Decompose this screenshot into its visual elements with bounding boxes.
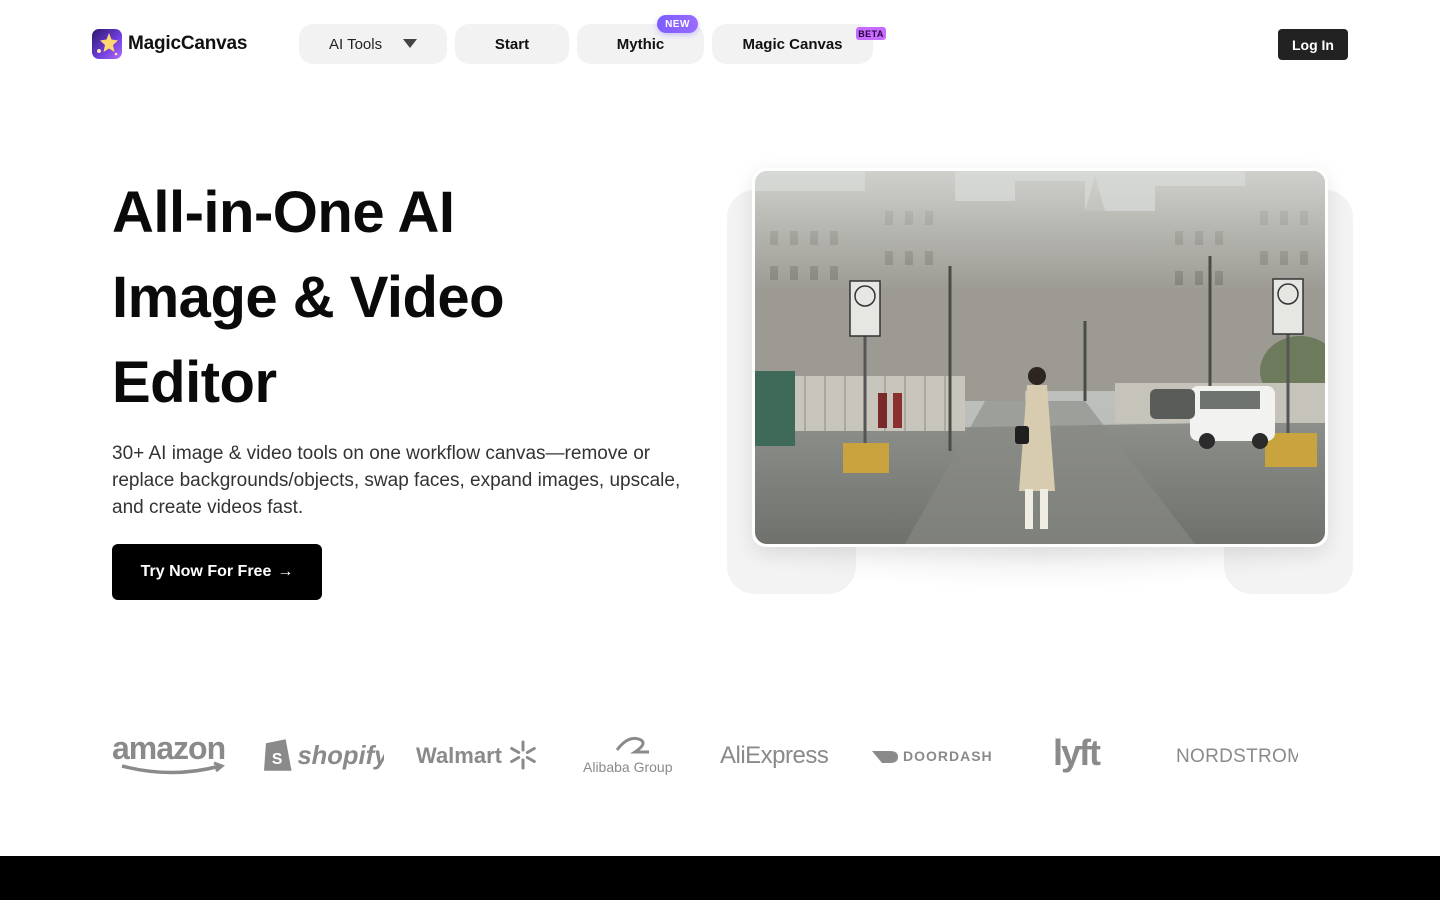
hero-description: 30+ AI image & video tools on one workfl… xyxy=(112,443,681,518)
footer-bar xyxy=(0,856,1440,900)
walmart-logo: Walmart xyxy=(416,725,538,785)
svg-text:S: S xyxy=(272,751,282,768)
ai-tools-label: AI Tools xyxy=(329,35,383,53)
shopify-logo: S shopify xyxy=(264,725,384,785)
partner-logos: amazon S shopify Walmart Alibaba Group A… xyxy=(100,725,1320,785)
aliexpress-logo: AliExpress xyxy=(718,725,842,785)
ai-tools-dropdown[interactable]: AI Tools xyxy=(299,24,447,64)
hero-title: All-in-One AI Image & Video Editor xyxy=(112,170,672,425)
alibaba-wordmark: Alibaba Group xyxy=(583,759,673,775)
top-navigation: MagicCanvas AI Tools Start Mythic NEW Ma… xyxy=(0,0,1440,88)
login-button[interactable]: Log In xyxy=(1278,29,1348,60)
hero-title-line-1: All-in-One AI xyxy=(112,180,455,245)
aliexpress-wordmark: AliExpress xyxy=(720,742,829,769)
alibaba-group-logo: Alibaba Group xyxy=(568,725,690,785)
nav-magic-canvas-link[interactable]: Magic Canvas xyxy=(712,24,873,64)
lyft-logo: lyft xyxy=(1050,725,1120,785)
street-scene-image xyxy=(755,171,1325,544)
try-now-label: Try Now For Free xyxy=(140,563,272,580)
nav-start-label: Start xyxy=(494,35,530,53)
hero-title-line-2: Image & Video xyxy=(112,265,505,330)
nav-mythic-label: Mythic xyxy=(616,35,665,53)
hero-title-line-3: Editor xyxy=(112,350,277,415)
amazon-logo: amazon xyxy=(112,725,232,785)
arrow-right-icon: → xyxy=(277,563,294,580)
amazon-wordmark: amazon xyxy=(112,733,225,766)
walmart-wordmark: Walmart xyxy=(416,743,503,768)
shopify-wordmark: shopify xyxy=(297,742,384,770)
nordstrom-logo: NORDSTROM xyxy=(1172,725,1300,785)
logo-star-icon xyxy=(92,29,122,59)
caret-down-icon xyxy=(403,39,417,48)
lyft-wordmark: lyft xyxy=(1053,733,1101,773)
hero-video-preview[interactable] xyxy=(752,168,1328,547)
white-taxi xyxy=(1190,386,1275,449)
nav-magic-canvas-label: Magic Canvas xyxy=(742,35,843,53)
try-now-button[interactable]: Try Now For Free → xyxy=(112,544,322,600)
doordash-logo: DOORDASH xyxy=(870,725,994,785)
logo[interactable]: MagicCanvas xyxy=(92,29,247,59)
nav-start-link[interactable]: Start xyxy=(455,24,569,64)
nordstrom-wordmark: NORDSTROM xyxy=(1176,746,1298,767)
logo-text: MagicCanvas xyxy=(128,33,248,54)
new-badge: NEW xyxy=(657,15,698,33)
doordash-wordmark: DOORDASH xyxy=(903,748,993,764)
beta-badge: BETA xyxy=(856,27,886,40)
